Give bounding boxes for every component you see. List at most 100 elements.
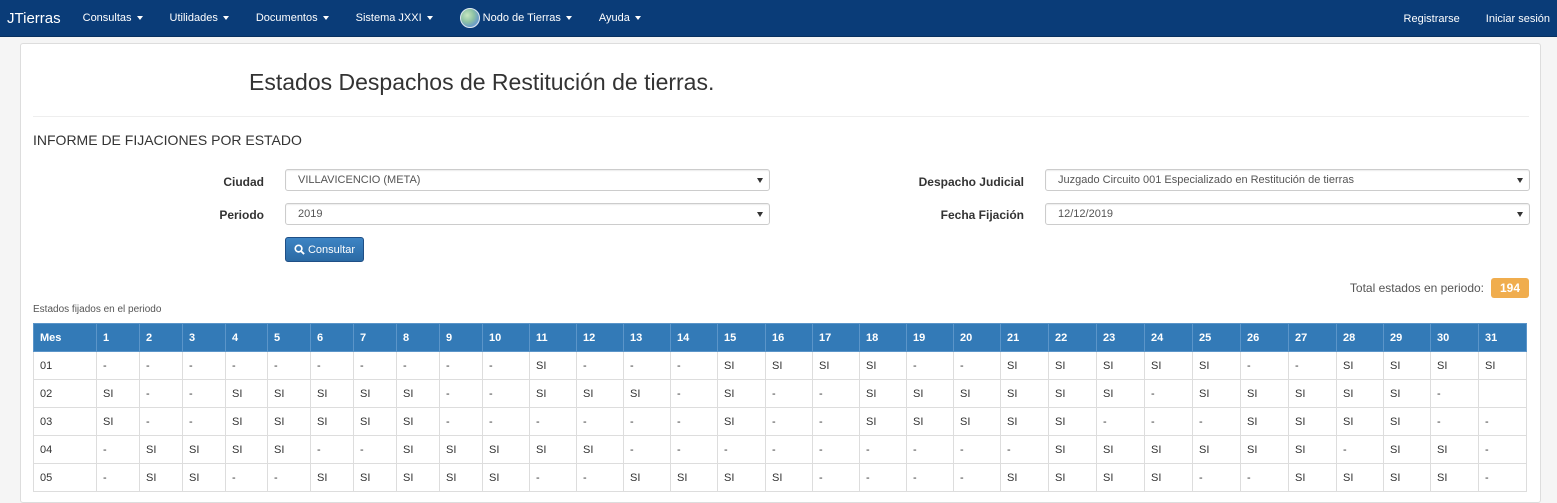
day-cell: SI — [1000, 463, 1049, 492]
column-header-day: 29 — [1383, 323, 1431, 352]
column-header-day: 21 — [1000, 323, 1049, 352]
day-cell: SI — [576, 379, 624, 408]
day-cell: - — [267, 463, 311, 492]
column-header-day: 2 — [139, 323, 183, 352]
day-cell: SI — [717, 463, 766, 492]
day-cell: - — [353, 351, 397, 380]
menu-sistema-jxxi[interactable]: Sistema JXXI — [356, 12, 433, 24]
day-cell: SI — [1430, 351, 1479, 380]
day-cell: - — [765, 379, 813, 408]
day-cell: - — [439, 379, 483, 408]
menu-utilidades-label: Utilidades — [169, 12, 218, 24]
day-cell: - — [812, 379, 860, 408]
day-cell: - — [1478, 463, 1527, 492]
consultar-button-label: Consultar — [307, 243, 356, 256]
menu-nodo-de-tierras[interactable]: Nodo de Tierras — [459, 8, 572, 28]
column-header-day: 10 — [482, 323, 530, 352]
ciudad-select[interactable]: VILLAVICENCIO (META) — [285, 169, 770, 191]
day-cell: - — [139, 351, 183, 380]
column-header-day: 18 — [859, 323, 907, 352]
day-cell: SI — [1336, 407, 1384, 436]
column-header-day: 4 — [225, 323, 268, 352]
day-cell: - — [717, 435, 766, 464]
column-header-day: 23 — [1096, 323, 1145, 352]
brand-logo[interactable]: JTierras — [7, 10, 61, 27]
day-cell: SI — [310, 407, 354, 436]
day-cell: - — [812, 435, 860, 464]
periodo-select-value: 2019 — [298, 208, 323, 220]
day-cell: SI — [1096, 351, 1145, 380]
day-cell: - — [812, 407, 860, 436]
day-cell: SI — [953, 407, 1001, 436]
day-cell: - — [182, 351, 226, 380]
day-cell: SI — [267, 435, 311, 464]
day-cell: SI — [1430, 435, 1479, 464]
menu-documentos[interactable]: Documentos — [256, 12, 329, 24]
day-cell: SI — [1144, 351, 1193, 380]
column-header-day: 22 — [1048, 323, 1097, 352]
day-cell: SI — [482, 463, 530, 492]
day-cell: - — [576, 463, 624, 492]
day-cell: SI — [396, 435, 440, 464]
column-header-day: 9 — [439, 323, 483, 352]
day-cell: SI — [310, 379, 354, 408]
day-cell: SI — [1478, 351, 1527, 380]
day-cell: SI — [1192, 351, 1241, 380]
day-cell: SI — [96, 379, 140, 408]
day-cell: - — [1144, 379, 1193, 408]
search-icon — [294, 244, 305, 255]
fecha-select[interactable]: 12/12/2019 — [1045, 203, 1530, 225]
day-cell: - — [1478, 435, 1527, 464]
day-cell: SI — [529, 435, 577, 464]
day-cell: - — [812, 463, 860, 492]
periodo-select[interactable]: 2019 — [285, 203, 770, 225]
day-cell: SI — [765, 351, 813, 380]
day-cell: SI — [953, 379, 1001, 408]
day-cell: - — [623, 435, 671, 464]
day-cell: - — [859, 463, 907, 492]
column-header-day: 8 — [396, 323, 440, 352]
day-cell: - — [96, 351, 140, 380]
login-link[interactable]: Iniciar sesión — [1486, 13, 1550, 25]
ciudad-label: Ciudad — [223, 175, 264, 189]
day-cell: - — [1144, 407, 1193, 436]
day-cell: - — [906, 463, 954, 492]
menu-utilidades[interactable]: Utilidades — [170, 12, 229, 24]
menu-consultas-label: Consultas — [82, 12, 132, 24]
day-cell: SI — [906, 379, 954, 408]
total-summary: Total estados en periodo: 194 — [1350, 278, 1529, 298]
day-cell: - — [96, 463, 140, 492]
day-cell: SI — [396, 463, 440, 492]
day-cell: SI — [1240, 435, 1289, 464]
despacho-select[interactable]: Juzgado Circuito 001 Especializado en Re… — [1045, 169, 1530, 191]
column-header-day: 7 — [353, 323, 397, 352]
day-cell: SI — [1000, 351, 1049, 380]
month-cell: 01 — [33, 351, 97, 380]
day-cell: - — [529, 407, 577, 436]
menu-consultas[interactable]: Consultas — [83, 12, 143, 24]
day-cell: SI — [1288, 379, 1337, 408]
day-cell: SI — [182, 435, 226, 464]
day-cell: SI — [529, 351, 577, 380]
day-cell: - — [1478, 407, 1527, 436]
day-cell: - — [670, 379, 718, 408]
day-cell: - — [439, 351, 483, 380]
select-arrow-icon — [1517, 212, 1523, 217]
day-cell: SI — [139, 435, 183, 464]
menu-ayuda-label: Ayuda — [598, 12, 630, 24]
day-cell: - — [96, 435, 140, 464]
table-header-row: Mes 1 2 3 4 5 6 7 8 9 10 11 12 13 14 15 16 17 18 19 20 21 22 23… — [33, 323, 1527, 352]
register-link[interactable]: Registrarse — [1404, 13, 1460, 25]
total-label: Total estados en periodo: — [1349, 281, 1484, 295]
consultar-button[interactable]: Consultar — [285, 237, 364, 262]
day-cell: - — [1096, 407, 1145, 436]
day-cell: - — [529, 463, 577, 492]
day-cell: SI — [1096, 379, 1145, 408]
day-cell: - — [267, 351, 311, 380]
month-cell: 02 — [33, 379, 97, 408]
day-cell: SI — [1048, 463, 1097, 492]
menu-ayuda[interactable]: Ayuda — [599, 12, 641, 24]
day-cell: SI — [1192, 379, 1241, 408]
day-cell: - — [576, 351, 624, 380]
day-cell: SI — [353, 379, 397, 408]
